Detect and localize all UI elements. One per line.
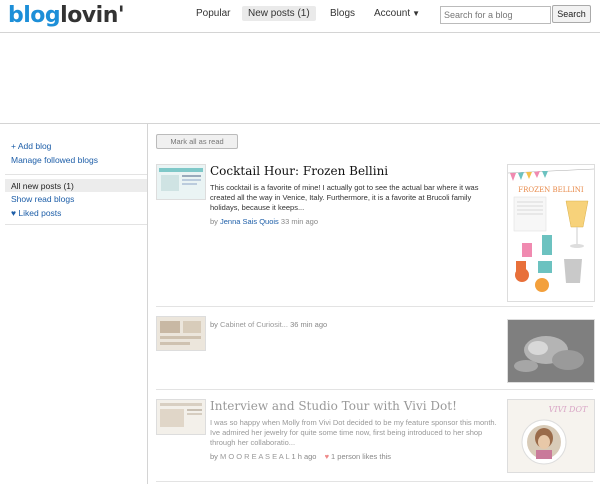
post-image[interactable]: FROZEN BELLINI	[507, 164, 595, 302]
nav-popular[interactable]: Popular	[190, 6, 236, 21]
likes-count[interactable]: 1 person likes this	[331, 452, 391, 461]
blog-screenshot-thumb	[157, 165, 205, 199]
bloglovin-logo[interactable]: bloglovin'	[8, 3, 125, 28]
sidebar-divider	[5, 174, 147, 175]
post-image[interactable]	[507, 319, 595, 383]
show-read-blogs-link[interactable]: Show read blogs	[11, 194, 74, 204]
post-excerpt: I was so happy when Molly from Vivi Dot …	[210, 418, 497, 447]
frozen-bellini-graphic: FROZEN BELLINI	[508, 168, 594, 292]
post-author-link[interactable]: Cabinet of Curiosit...	[220, 320, 288, 329]
nav-blogs[interactable]: Blogs	[324, 6, 361, 21]
vivi-dot-graphic: VIVI DOT	[508, 400, 594, 472]
search-input[interactable]	[440, 6, 551, 24]
post-meta: by M O O R E A S E A L 1 h ago ♥ 1 person…	[210, 452, 391, 461]
grayscale-photo	[508, 320, 594, 382]
nav-new-posts[interactable]: New posts (1)	[242, 6, 316, 21]
logo-blog: blog	[8, 3, 61, 28]
sidebar-item-label: All new posts (1)	[11, 181, 74, 191]
post-divider	[156, 389, 593, 390]
logo-lovin: lovin'	[60, 3, 125, 28]
search-button[interactable]: Search	[552, 5, 591, 23]
sidebar: + Add blog Manage followed blogs All new…	[0, 124, 148, 484]
post-title[interactable]: Interview and Studio Tour with Vivi Dot!	[210, 399, 457, 413]
post-divider	[156, 481, 593, 482]
post-image[interactable]: VIVI DOT	[507, 399, 595, 473]
post-time: 33 min ago	[280, 217, 319, 226]
top-header: bloglovin' Popular New posts (1) Blogs A…	[0, 0, 600, 33]
post-thumbnail[interactable]	[156, 164, 206, 200]
liked-posts-link[interactable]: ♥ Liked posts	[11, 208, 61, 218]
image-heading: VIVI DOT	[549, 405, 588, 414]
post-thumbnail[interactable]	[156, 316, 206, 351]
meta-by: by	[210, 217, 218, 226]
nav-account[interactable]: Account ▼	[368, 6, 426, 21]
sidebar-item-all-new-posts[interactable]: All new posts (1)	[5, 179, 147, 192]
meta-by: by	[210, 452, 218, 461]
post-title[interactable]: Cocktail Hour: Frozen Bellini	[210, 164, 388, 178]
post-time: 1 h ago	[291, 452, 317, 461]
post-thumbnail[interactable]	[156, 399, 206, 435]
post-author-link[interactable]: M O O R E A S E A L	[220, 452, 289, 461]
nav-account-label: Account	[374, 8, 411, 19]
add-blog-link[interactable]: + Add blog	[11, 141, 51, 151]
post-meta: by Cabinet of Curiosit... 36 min ago	[210, 320, 327, 329]
mark-all-read-button[interactable]: Mark all as read	[156, 134, 238, 149]
post-meta: by Jenna Sais Quois 33 min ago	[210, 217, 318, 226]
manage-followed-blogs-link[interactable]: Manage followed blogs	[11, 155, 98, 165]
image-heading: FROZEN BELLINI	[518, 186, 584, 194]
meta-by: by	[210, 320, 218, 329]
blog-screenshot-thumb	[157, 317, 205, 350]
post-divider	[156, 306, 593, 307]
post-time: 36 min ago	[290, 320, 328, 329]
caret-down-icon: ▼	[412, 9, 421, 18]
post-author-link[interactable]: Jenna Sais Quois	[220, 217, 279, 226]
sidebar-divider	[5, 224, 147, 225]
heart-icon: ♥	[324, 452, 330, 461]
post-excerpt: This cocktail is a favorite of mine! I a…	[210, 183, 479, 212]
blog-screenshot-thumb	[157, 400, 205, 434]
